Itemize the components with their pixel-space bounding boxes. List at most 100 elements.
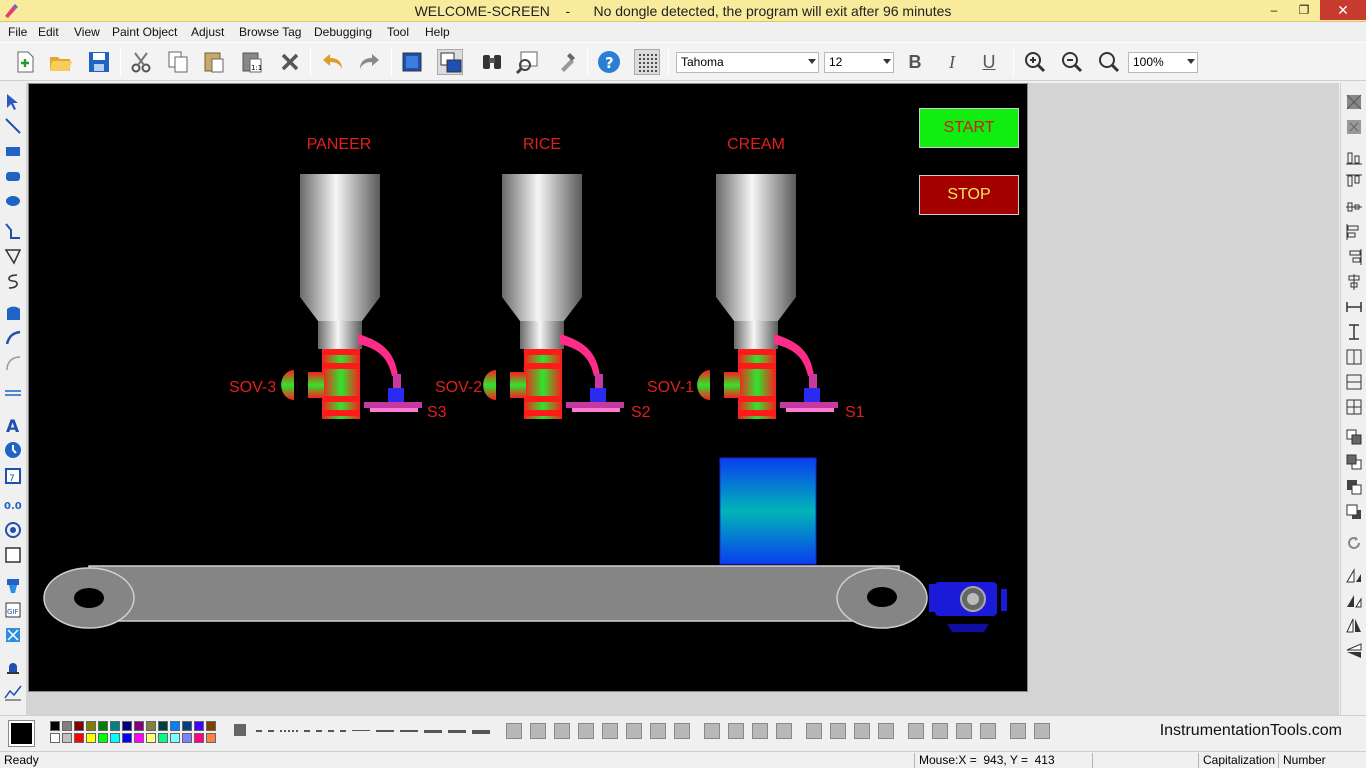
forward-one-icon[interactable] [1344,477,1364,497]
menu-view[interactable]: View [74,25,100,39]
new-file-icon[interactable] [12,49,38,75]
current-color-swatch[interactable] [8,720,35,747]
gif-tool-icon[interactable]: GIF [3,600,23,620]
rectangle-tool-icon[interactable] [3,141,23,161]
radio-tool-icon[interactable] [3,520,23,540]
layer-icon[interactable] [437,49,463,75]
hopper-rice[interactable] [483,174,624,419]
menu-paint-object[interactable]: Paint Object [112,25,177,39]
grid-icon[interactable] [634,49,660,75]
fill-rect-icon[interactable] [399,49,425,75]
group-icon[interactable] [1344,92,1364,112]
find-icon[interactable] [479,49,505,75]
font-name-select[interactable]: Tahoma [676,52,819,73]
help-icon[interactable]: ? [596,49,622,75]
space-horizontal-icon[interactable] [1344,372,1364,392]
menu-edit[interactable]: Edit [38,25,59,39]
status-caps: Capitalization [1198,753,1278,768]
font-size-select[interactable]: 12 [824,52,894,73]
close-button[interactable]: ✕ [1320,0,1366,20]
zoom-fit-icon[interactable] [1096,49,1122,75]
delete-icon[interactable] [277,49,303,75]
bold-button[interactable]: B [902,49,928,75]
hopper-cream[interactable] [697,174,838,419]
menu-help[interactable]: Help [425,25,450,39]
open-folder-icon[interactable] [48,49,74,75]
format-brush-icon[interactable] [553,49,579,75]
pie-tool-icon[interactable] [3,303,23,323]
product-container[interactable] [719,457,817,565]
mirror-v-icon[interactable] [1344,641,1364,661]
flip-vertical-icon[interactable] [1344,591,1364,611]
menu-debugging[interactable]: Debugging [314,25,372,39]
paste-special-icon[interactable]: 1:1 [239,49,265,75]
search-tag-icon[interactable] [515,49,541,75]
product-label-rice: RICE [523,136,561,153]
image-tool-icon[interactable] [3,625,23,645]
trend-tool-icon[interactable] [3,682,23,702]
align-top-icon[interactable] [1344,172,1364,192]
align-right-icon[interactable] [1344,247,1364,267]
align-middle-icon[interactable] [1344,197,1364,217]
copy-icon[interactable] [165,49,191,75]
space-vertical-icon[interactable] [1344,347,1364,367]
polygon-tool-icon[interactable] [3,246,23,266]
mirror-icon[interactable] [1344,616,1364,636]
stop-button[interactable]: STOP [919,175,1019,215]
same-width-icon[interactable] [1344,297,1364,317]
zoom-out-icon[interactable] [1059,49,1085,75]
select-arrow-icon[interactable] [3,92,23,112]
date-tool-icon[interactable]: 7 [3,465,23,485]
minimize-button[interactable]: – [1260,0,1288,20]
conveyor-belt[interactable] [43,565,928,629]
main-toolbar: 1:1 ? Tahoma 12 B I U 100% [0,42,1366,81]
maximize-button[interactable]: ❐ [1290,0,1318,20]
backward-one-icon[interactable] [1344,502,1364,522]
rounded-rect-tool-icon[interactable] [3,166,23,186]
rotate-icon[interactable] [1344,533,1364,553]
status-mouse: Mouse:X = 943, Y = 413 [914,753,1092,768]
undo-icon[interactable] [319,49,345,75]
sensor-label-s2: S2 [631,404,651,421]
paste-icon[interactable] [201,49,227,75]
redo-icon[interactable] [357,49,383,75]
send-back-icon[interactable] [1344,452,1364,472]
hopper-paneer[interactable] [281,174,422,419]
same-height-icon[interactable] [1344,322,1364,342]
frame-tool-icon[interactable] [3,545,23,565]
underline-button[interactable]: U [976,49,1002,75]
start-button[interactable]: START [919,108,1019,148]
menu-adjust[interactable]: Adjust [191,25,224,39]
italic-button[interactable]: I [939,49,965,75]
align-left-icon[interactable] [1344,222,1364,242]
library-tool-icon[interactable] [3,575,23,595]
product-label-cream: CREAM [727,136,785,153]
menu-file[interactable]: File [8,25,27,39]
arc-tool-icon[interactable] [3,328,23,348]
zoom-select[interactable]: 100% [1128,52,1198,73]
flip-horizontal-icon[interactable] [1344,566,1364,586]
numeric-display-icon[interactable]: 0.0 [3,495,23,515]
clock-tool-icon[interactable] [3,440,23,460]
status-ready: Ready [4,753,39,767]
curve-tool-icon[interactable] [3,271,23,291]
align-center-icon[interactable] [1344,272,1364,292]
hmi-canvas[interactable]: PANEER RICE CREAM SOV-3 SOV-2 SOV-1 S3 S… [28,83,1028,692]
align-bottom-icon[interactable] [1344,147,1364,167]
ungroup-icon[interactable] [1344,117,1364,137]
menu-tool[interactable]: Tool [387,25,409,39]
bring-front-icon[interactable] [1344,427,1364,447]
pipe-tool-icon[interactable] [3,383,23,403]
text-tool-icon[interactable]: A [3,415,23,437]
polyline-tool-icon[interactable] [3,221,23,241]
alarm-tool-icon[interactable] [3,657,23,677]
line-tool-icon[interactable] [3,116,23,136]
menu-browse-tag[interactable]: Browse Tag [239,25,301,39]
zoom-in-icon[interactable] [1022,49,1048,75]
arc-outline-tool-icon[interactable] [3,353,23,373]
grid-align-icon[interactable] [1344,397,1364,417]
save-icon[interactable] [86,49,112,75]
cut-icon[interactable] [128,49,154,75]
ellipse-tool-icon[interactable] [3,191,23,211]
conveyor-motor[interactable] [929,582,1007,632]
